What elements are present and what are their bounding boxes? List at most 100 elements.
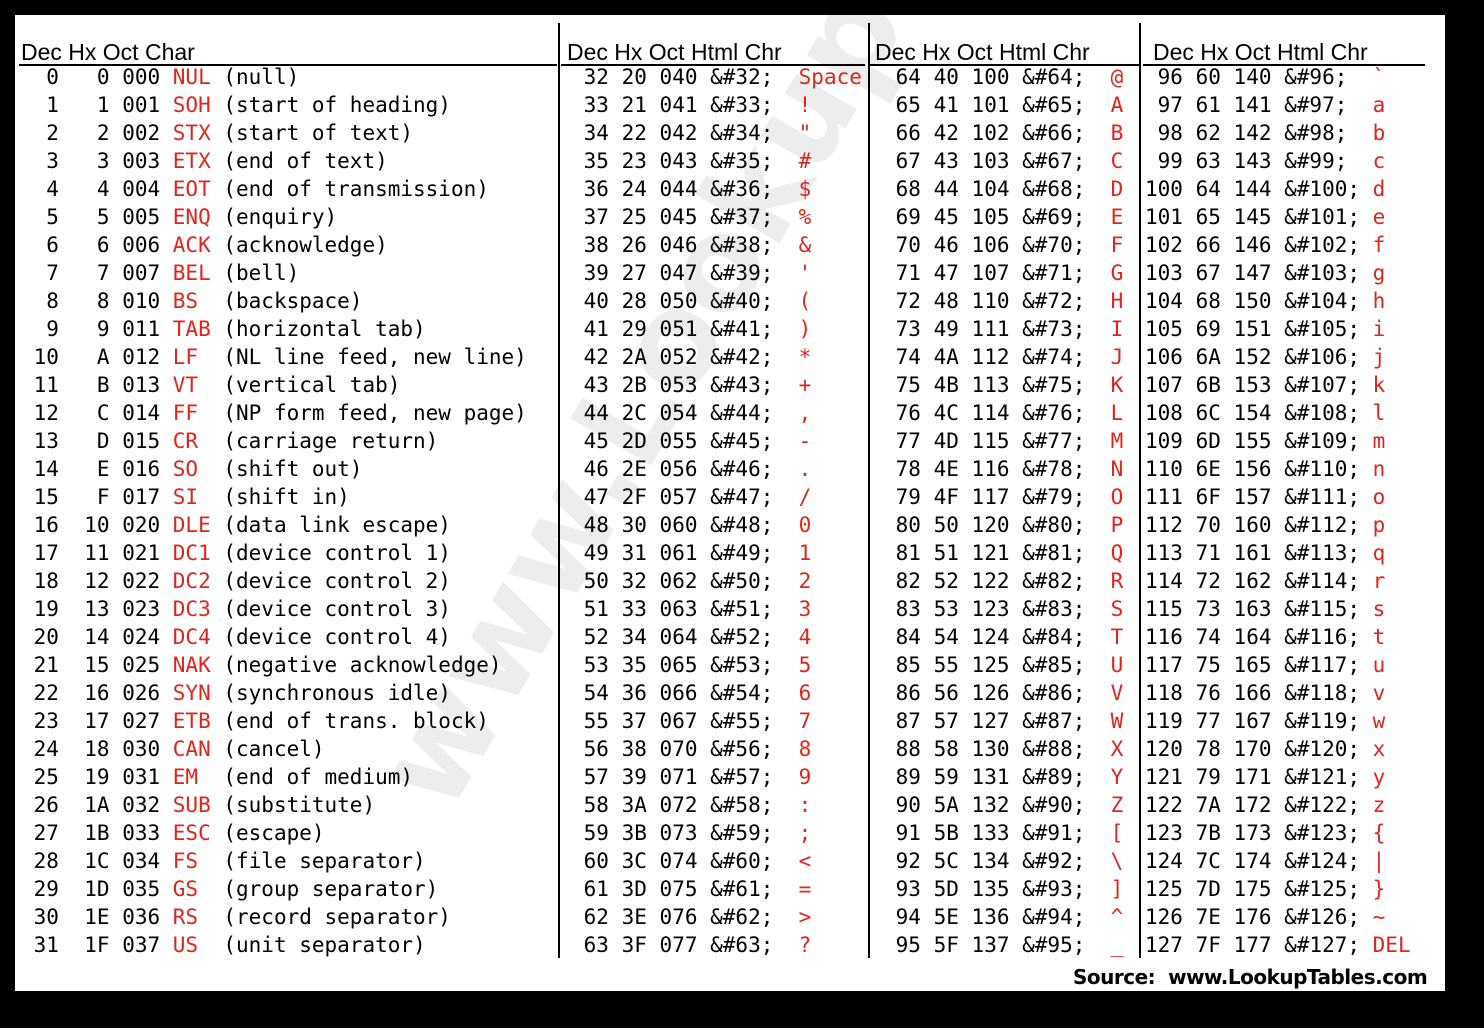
- dec-cell: 36: [571, 177, 609, 201]
- desc-cell: (shift out): [223, 457, 363, 481]
- hex-cell: 8: [71, 289, 110, 313]
- char-cell: |: [1372, 849, 1386, 873]
- printable-row: 66 42 102 &#66; B: [883, 121, 1124, 145]
- html-entity-cell: &#57;: [710, 765, 799, 789]
- control-row: 16 10 020 DLE (data link escape): [21, 513, 451, 537]
- oct-cell: 113: [971, 373, 1010, 397]
- hex-cell: 7A: [1195, 793, 1221, 817]
- dec-cell: 104: [1145, 289, 1183, 313]
- hex-cell: 5C: [933, 849, 959, 873]
- desc-cell: (device control 1): [223, 541, 451, 565]
- char-cell: ~: [1372, 905, 1386, 929]
- dec-cell: 10: [21, 345, 59, 369]
- html-entity-cell: &#78;: [1022, 457, 1111, 481]
- oct-cell: 141: [1233, 93, 1272, 117]
- hex-cell: 38: [621, 737, 647, 761]
- char-cell: F: [1110, 233, 1124, 257]
- control-row: 20 14 024 DC4 (device control 4): [21, 625, 451, 649]
- char-cell: H: [1110, 289, 1124, 313]
- printable-row: 124 7C 174 &#124; |: [1145, 849, 1385, 873]
- abbr-cell: SUB: [172, 793, 211, 817]
- dec-cell: 99: [1145, 149, 1183, 173]
- control-row: 26 1A 032 SUB (substitute): [21, 793, 375, 817]
- hex-cell: 9: [71, 317, 110, 341]
- html-entity-cell: &#80;: [1022, 513, 1111, 537]
- printable-row: 90 5A 132 &#90; Z: [883, 793, 1124, 817]
- oct-cell: 000: [122, 65, 161, 89]
- html-entity-cell: &#50;: [710, 569, 799, 593]
- char-cell: DEL: [1372, 933, 1411, 957]
- char-cell: B: [1110, 121, 1124, 145]
- oct-cell: 040: [659, 65, 698, 89]
- oct-cell: 036: [122, 905, 161, 929]
- oct-cell: 146: [1233, 233, 1272, 257]
- desc-cell: (end of medium): [223, 765, 414, 789]
- ascii-table: www.LookupTables.com Dec Hx Oct Char Dec…: [15, 15, 1445, 991]
- html-entity-cell: &#96;: [1284, 65, 1373, 89]
- oct-cell: 172: [1233, 793, 1272, 817]
- hex-cell: 11: [71, 541, 110, 565]
- char-cell: G: [1110, 261, 1124, 285]
- char-cell: @: [1110, 65, 1124, 89]
- printable-row: 122 7A 172 &#122; z: [1145, 793, 1385, 817]
- oct-cell: 037: [122, 933, 161, 957]
- hex-cell: 7B: [1195, 821, 1221, 845]
- hex-cell: 56: [933, 681, 959, 705]
- printable-row: 38 26 046 &#38; &: [571, 233, 812, 257]
- html-entity-cell: &#119;: [1284, 709, 1373, 733]
- printable-row: 117 75 165 &#117; u: [1145, 653, 1385, 677]
- oct-cell: 104: [971, 177, 1010, 201]
- printable-row: 35 23 043 &#35; #: [571, 149, 812, 173]
- desc-cell: (acknowledge): [223, 233, 388, 257]
- oct-cell: 004: [122, 177, 161, 201]
- oct-cell: 070: [659, 737, 698, 761]
- char-cell: =: [798, 877, 812, 901]
- printable-row: 49 31 061 &#49; 1: [571, 541, 812, 565]
- html-entity-cell: &#103;: [1284, 261, 1373, 285]
- char-cell: l: [1372, 401, 1386, 425]
- html-entity-cell: &#60;: [710, 849, 799, 873]
- html-entity-cell: &#44;: [710, 401, 799, 425]
- hex-cell: 26: [621, 233, 647, 257]
- dec-cell: 105: [1145, 317, 1183, 341]
- oct-cell: 001: [122, 93, 161, 117]
- oct-cell: 016: [122, 457, 161, 481]
- char-cell: j: [1372, 345, 1386, 369]
- dec-cell: 31: [21, 933, 59, 957]
- html-entity-cell: &#126;: [1284, 905, 1373, 929]
- dec-cell: 45: [571, 429, 609, 453]
- oct-cell: 023: [122, 597, 161, 621]
- printable-row: 73 49 111 &#73; I: [883, 317, 1124, 341]
- dec-cell: 52: [571, 625, 609, 649]
- dec-cell: 78: [883, 457, 921, 481]
- printable-row: 65 41 101 &#65; A: [883, 93, 1124, 117]
- printable-row: 82 52 122 &#82; R: [883, 569, 1124, 593]
- char-cell: Y: [1110, 765, 1124, 789]
- oct-cell: 167: [1233, 709, 1272, 733]
- printable-row: 41 29 051 &#41; ): [571, 317, 812, 341]
- oct-cell: 131: [971, 765, 1010, 789]
- control-row: 27 1B 033 ESC (escape): [21, 821, 325, 845]
- html-entity-cell: &#83;: [1022, 597, 1111, 621]
- char-cell: ]: [1110, 877, 1124, 901]
- hex-cell: 3A: [621, 793, 647, 817]
- oct-cell: 110: [971, 289, 1010, 313]
- dec-cell: 7: [21, 261, 59, 285]
- desc-cell: (data link escape): [223, 513, 451, 537]
- dec-cell: 89: [883, 765, 921, 789]
- printable-row: 63 3F 077 &#63; ?: [571, 933, 812, 957]
- hex-cell: 33: [621, 597, 647, 621]
- hex-cell: 54: [933, 625, 959, 649]
- char-cell: Z: [1110, 793, 1124, 817]
- control-row: 4 4 004 EOT (end of transmission): [21, 177, 489, 201]
- dec-cell: 18: [21, 569, 59, 593]
- html-entity-cell: &#74;: [1022, 345, 1111, 369]
- html-entity-cell: &#125;: [1284, 877, 1373, 901]
- dec-cell: 113: [1145, 541, 1183, 565]
- char-cell: h: [1372, 289, 1386, 313]
- control-row: 12 C 014 FF (NP form feed, new page): [21, 401, 527, 425]
- oct-cell: 072: [659, 793, 698, 817]
- dec-cell: 69: [883, 205, 921, 229]
- hex-cell: 1: [71, 93, 110, 117]
- char-cell: S: [1110, 597, 1124, 621]
